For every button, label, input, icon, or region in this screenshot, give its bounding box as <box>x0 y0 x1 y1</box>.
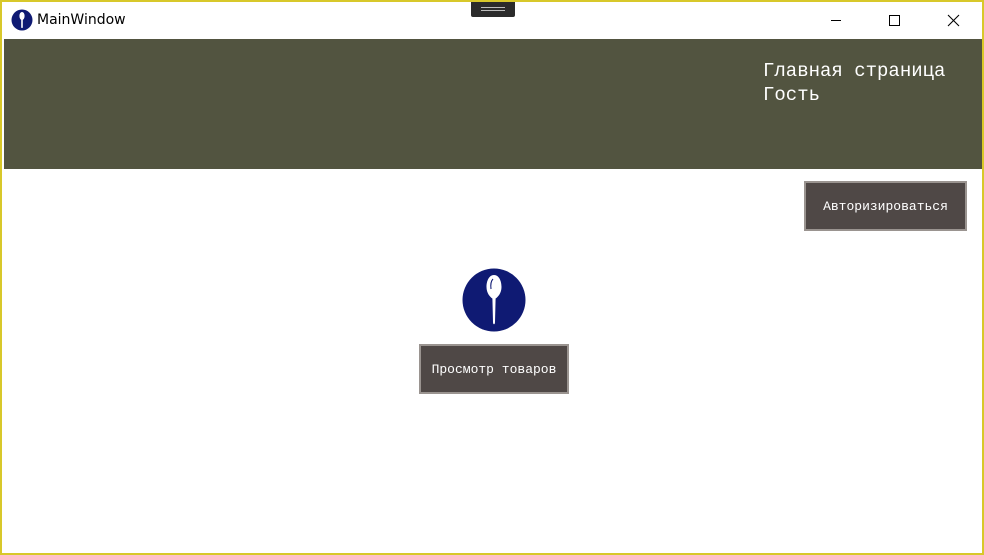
maximize-icon <box>889 15 900 26</box>
window-title: MainWindow <box>37 12 126 28</box>
snap-grip-handle[interactable] <box>471 2 515 17</box>
main-window: MainWindow Главная страница Гость Автори… <box>0 0 984 555</box>
page-title: Главная страница <box>763 60 946 82</box>
user-role-label: Гость <box>763 84 821 106</box>
spoon-logo-icon <box>462 268 526 332</box>
header-band: Главная страница Гость <box>4 39 982 169</box>
minimize-button[interactable] <box>807 4 865 37</box>
view-products-button[interactable]: Просмотр товаров <box>419 344 569 394</box>
close-button[interactable] <box>923 4 981 37</box>
maximize-button[interactable] <box>865 4 923 37</box>
title-bar[interactable]: MainWindow <box>4 2 981 37</box>
close-icon <box>947 14 960 27</box>
authorize-button[interactable]: Авторизироваться <box>804 181 967 231</box>
spoon-logo-icon <box>11 9 33 31</box>
minimize-icon <box>831 20 841 21</box>
